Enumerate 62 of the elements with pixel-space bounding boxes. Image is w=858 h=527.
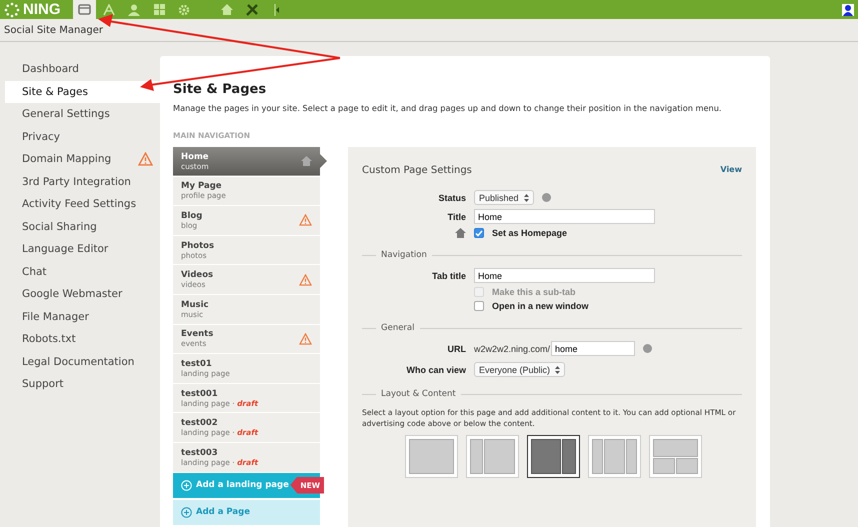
checkbox[interactable] [474,228,484,238]
view-link[interactable]: View [720,165,742,176]
sidebar-item[interactable]: Legal Documentation [5,350,160,373]
header-title: Social Site Manager [4,24,104,36]
section-legend: Layout & Content [381,389,456,399]
user-icon[interactable] [842,4,854,16]
caret-icon [274,4,280,16]
gear-icon [178,4,190,16]
updown-arrows-icon [555,366,560,374]
section-legend: Navigation [381,250,427,260]
status-select[interactable]: Published [474,190,534,205]
plus-icon [181,506,192,518]
sidebar-item[interactable]: Privacy [5,126,160,148]
checkbox-label: Set as Homepage [492,228,568,238]
person-icon [128,4,140,16]
help-icon[interactable] [643,344,652,353]
field-label: Who can view [405,364,466,374]
warning-icon [299,214,312,226]
sidebar-item[interactable]: Chat [5,260,160,283]
sidebar-item[interactable]: Language Editor [5,238,160,260]
warning-icon [299,332,312,345]
home-icon [221,4,233,15]
sidebar-item[interactable]: Dashboard [5,58,160,80]
logo-icon [4,2,20,18]
grid-icon [154,4,164,15]
sidebar-item[interactable]: Social Sharing [5,216,160,238]
layout-option[interactable] [527,435,580,478]
warning-icon [299,274,312,286]
checkbox[interactable] [474,301,484,311]
field-label: URL [446,344,466,354]
panel-title: Custom Page Settings [362,165,472,176]
sidebar-item[interactable]: Domain Mapping [5,148,160,170]
checkbox-label: Open in a new window [492,301,589,311]
page-description: Manage the pages in your site. Select a page to edit it, and drag pages up and down to change their position in the navigation menu. [173,103,723,113]
field-label: Title [446,212,466,222]
plus-icon [181,480,192,491]
home-icon [301,156,312,166]
page-title: Site & Pages [173,82,268,97]
tab-title-input[interactable]: Home [474,268,655,283]
toolbar-tab[interactable] [72,0,96,19]
sidebar-item[interactable]: Google Webmaster [5,283,160,306]
title-input[interactable]: Home [474,209,655,224]
font-icon [102,4,116,16]
help-icon[interactable] [542,193,551,202]
sidebar-item[interactable]: Support [5,373,160,396]
sidebar-item[interactable]: Robots.txt [5,328,160,350]
warning-icon [138,152,153,166]
sidebar-item[interactable]: File Manager [5,306,160,328]
checkbox-label: Make this a sub-tab [492,287,576,297]
sidebar-item[interactable]: Activity Feed Settings [5,193,160,216]
field-label: Tab title [431,270,466,280]
updown-arrows-icon [524,194,529,202]
visibility-select[interactable]: Everyone (Public) [474,362,566,377]
field-label: Status [437,192,466,202]
url-input[interactable]: home [551,341,636,356]
home-icon [455,228,466,238]
sidebar-item[interactable]: Site & Pages [5,80,160,103]
sidebar-item[interactable]: 3rd Party Integration [5,170,160,193]
url-prefix: w2w2w2.ning.com/ [474,344,550,354]
section-legend: General [381,323,414,333]
window-icon [78,4,90,15]
sidebar-item[interactable]: General Settings [5,103,160,126]
